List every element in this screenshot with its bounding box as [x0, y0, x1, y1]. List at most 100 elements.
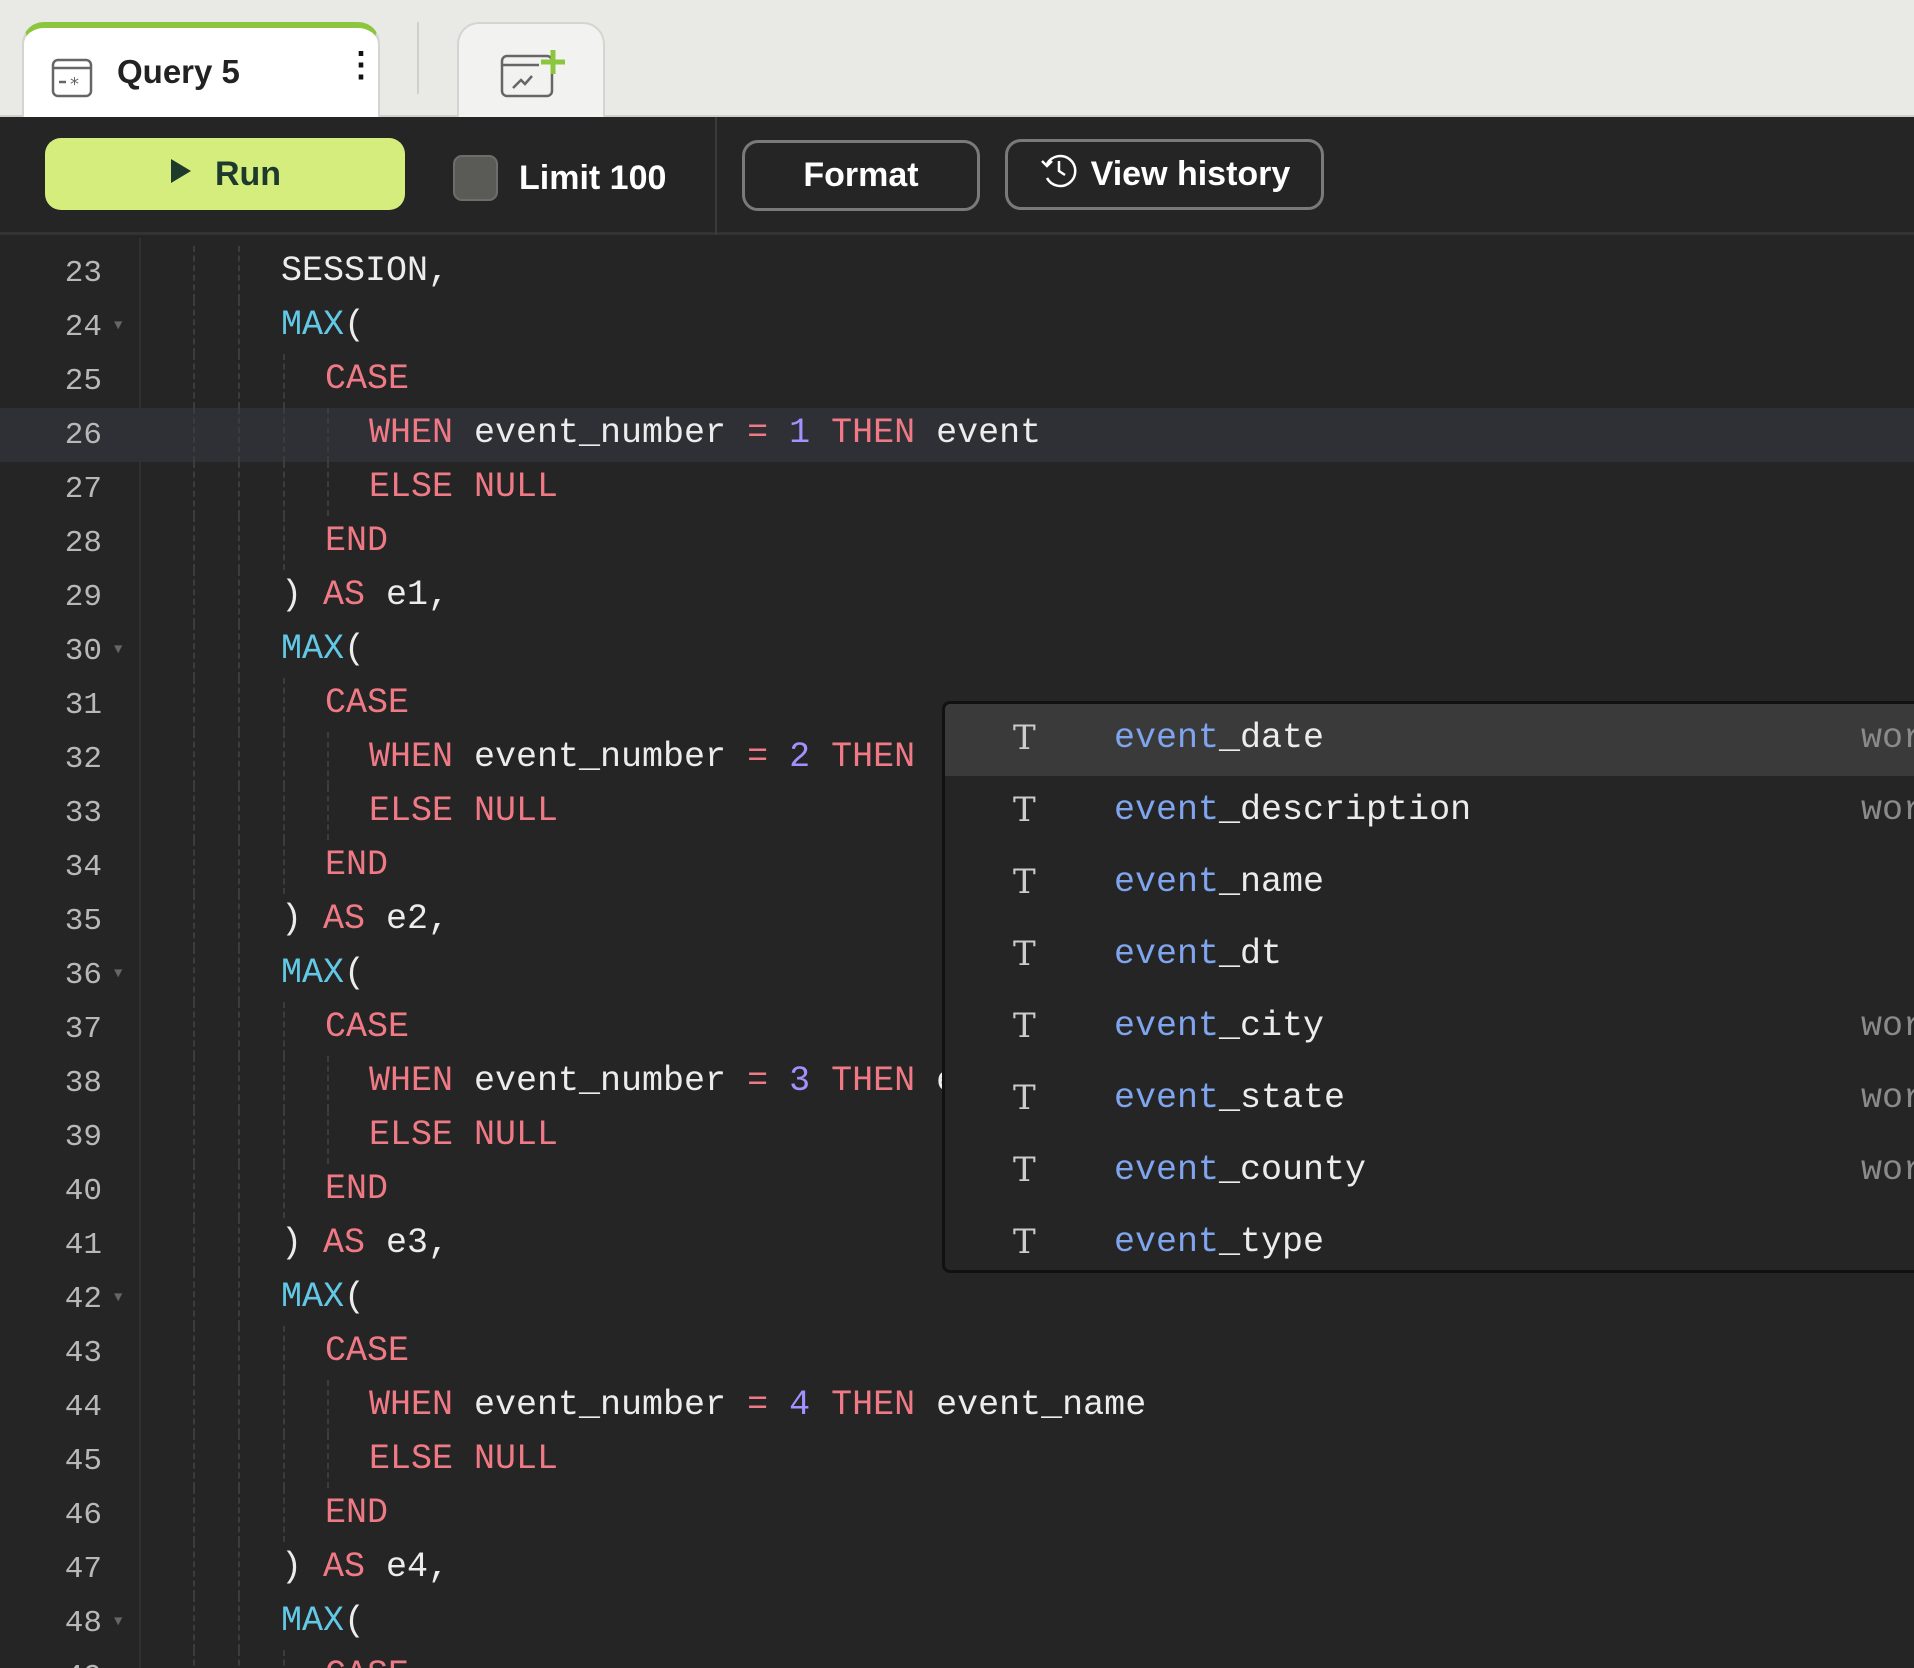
- indent-guide: [238, 840, 240, 894]
- token-plain: SESSION,: [281, 251, 449, 291]
- code-line[interactable]: 47) AS e4,: [0, 1542, 1914, 1596]
- indent-guide: [193, 300, 195, 354]
- line-number: 26: [0, 418, 102, 453]
- token-kw: THEN: [831, 737, 915, 777]
- token-plain: e4,: [365, 1547, 449, 1587]
- token-kw: AS: [323, 1547, 365, 1587]
- play-icon: [169, 155, 193, 194]
- code-text: END: [325, 1169, 388, 1209]
- more-options-icon[interactable]: ⋮: [344, 48, 378, 82]
- indent-guide: [238, 1164, 240, 1218]
- tab-bar: * Query 5 ⋮: [0, 0, 1914, 117]
- limit-checkbox[interactable]: [453, 155, 498, 201]
- code-text: MAX(: [281, 305, 365, 345]
- code-line[interactable]: 45ELSE NULL: [0, 1434, 1914, 1488]
- indent-guide: [238, 786, 240, 840]
- fold-arrow-icon[interactable]: ▼: [114, 966, 122, 982]
- code-line[interactable]: 43CASE: [0, 1326, 1914, 1380]
- code-text: WHEN event_number = 1 THEN event: [369, 413, 1041, 453]
- indent-guide: [193, 408, 195, 462]
- suggestion-rest: _city: [1219, 1006, 1324, 1046]
- indent-guide: [327, 408, 329, 462]
- tab-query-5[interactable]: * Query 5 ⋮: [22, 22, 380, 117]
- autocomplete-item[interactable]: Tevent_descriptionwor: [945, 776, 1914, 848]
- format-button[interactable]: Format: [742, 140, 980, 211]
- code-line[interactable]: 46END: [0, 1488, 1914, 1542]
- token-plain: event_number: [453, 1061, 747, 1101]
- line-number: 48: [0, 1606, 102, 1641]
- indent-guide: [238, 1380, 240, 1434]
- fold-arrow-icon[interactable]: ▼: [114, 642, 122, 658]
- indent-guide: [193, 246, 195, 300]
- suggestion-prefix: event: [1114, 934, 1219, 974]
- indent-guide: [193, 1002, 195, 1056]
- new-chart-tab-button[interactable]: [457, 22, 605, 117]
- indent-guide: [193, 1596, 195, 1650]
- token-num: 1: [789, 413, 810, 453]
- fold-arrow-icon[interactable]: ▼: [114, 1614, 122, 1630]
- code-line[interactable]: 44 WHEN event_number = 4 THEN event_name: [0, 1380, 1914, 1434]
- run-button[interactable]: Run: [45, 138, 405, 210]
- code-text: WHEN event_number = 2 THEN: [369, 737, 915, 777]
- indent-guide: [238, 462, 240, 516]
- indent-guide: [283, 1488, 285, 1542]
- code-text: CASE: [325, 1655, 409, 1668]
- autocomplete-item[interactable]: Tevent_statewor: [945, 1064, 1914, 1136]
- view-history-button[interactable]: View history: [1005, 139, 1324, 210]
- code-text: MAX(: [281, 629, 365, 669]
- code-line[interactable]: 42▼MAX(: [0, 1272, 1914, 1326]
- indent-guide: [193, 1380, 195, 1434]
- code-text: ) AS e4,: [281, 1547, 449, 1587]
- code-text: WHEN event_number = 4 THEN event_name: [369, 1385, 1146, 1425]
- fold-arrow-icon[interactable]: ▼: [114, 318, 122, 334]
- autocomplete-item[interactable]: Tevent_type: [945, 1208, 1914, 1273]
- toolbar-divider: [715, 117, 717, 235]
- code-text: CASE: [325, 1331, 409, 1371]
- line-number: 33: [0, 796, 102, 831]
- token-plain: [810, 737, 831, 777]
- autocomplete-item[interactable]: Tevent_countywor: [945, 1136, 1914, 1208]
- token-op: =: [747, 1061, 768, 1101]
- limit-label[interactable]: Limit 100: [519, 159, 666, 198]
- code-line[interactable]: 25CASE: [0, 354, 1914, 408]
- indent-guide: [193, 516, 195, 570]
- autocomplete-item[interactable]: Tevent_datewor: [945, 704, 1914, 776]
- code-line[interactable]: 30▼MAX(: [0, 624, 1914, 678]
- line-number: 44: [0, 1390, 102, 1425]
- code-text: ELSE NULL: [369, 1439, 558, 1479]
- indent-guide: [283, 840, 285, 894]
- indent-guide: [238, 1272, 240, 1326]
- line-number: 34: [0, 850, 102, 885]
- indent-guide: [193, 1326, 195, 1380]
- code-line[interactable]: 48▼MAX(: [0, 1596, 1914, 1650]
- autocomplete-item[interactable]: Tevent_citywor: [945, 992, 1914, 1064]
- code-line[interactable]: 49CASE: [0, 1650, 1914, 1668]
- token-kw: AS: [323, 899, 365, 939]
- fold-arrow-icon[interactable]: ▼: [114, 1290, 122, 1306]
- token-fn: MAX: [281, 629, 344, 669]
- code-line[interactable]: 29) AS e1,: [0, 570, 1914, 624]
- token-plain: ): [281, 575, 323, 615]
- suggestion-rest: _date: [1219, 718, 1324, 758]
- token-fn: MAX: [281, 1277, 344, 1317]
- indent-guide: [238, 1650, 240, 1668]
- suggestion-name: event_state: [1114, 1078, 1345, 1118]
- code-line[interactable]: 27ELSE NULL: [0, 462, 1914, 516]
- token-kw: AS: [323, 1223, 365, 1263]
- sql-editor[interactable]: 23SESSION,24▼MAX(25CASE26WHEN event_numb…: [0, 238, 1914, 1668]
- autocomplete-item[interactable]: Tevent_name: [945, 848, 1914, 920]
- indent-guide: [283, 408, 285, 462]
- autocomplete-item[interactable]: Tevent_dt: [945, 920, 1914, 992]
- indent-guide: [238, 246, 240, 300]
- indent-guide: [283, 1164, 285, 1218]
- code-line[interactable]: 23SESSION,: [0, 246, 1914, 300]
- code-text: END: [325, 845, 388, 885]
- suggestion-rest: _county: [1219, 1150, 1366, 1190]
- code-line[interactable]: 26 WHEN event_number = 1 THEN event: [0, 408, 1914, 462]
- token-kw: CASE: [325, 683, 409, 723]
- indent-guide: [193, 1218, 195, 1272]
- token-num: 3: [789, 1061, 810, 1101]
- code-line[interactable]: 24▼MAX(: [0, 300, 1914, 354]
- code-line[interactable]: 28END: [0, 516, 1914, 570]
- indent-guide: [283, 1056, 285, 1110]
